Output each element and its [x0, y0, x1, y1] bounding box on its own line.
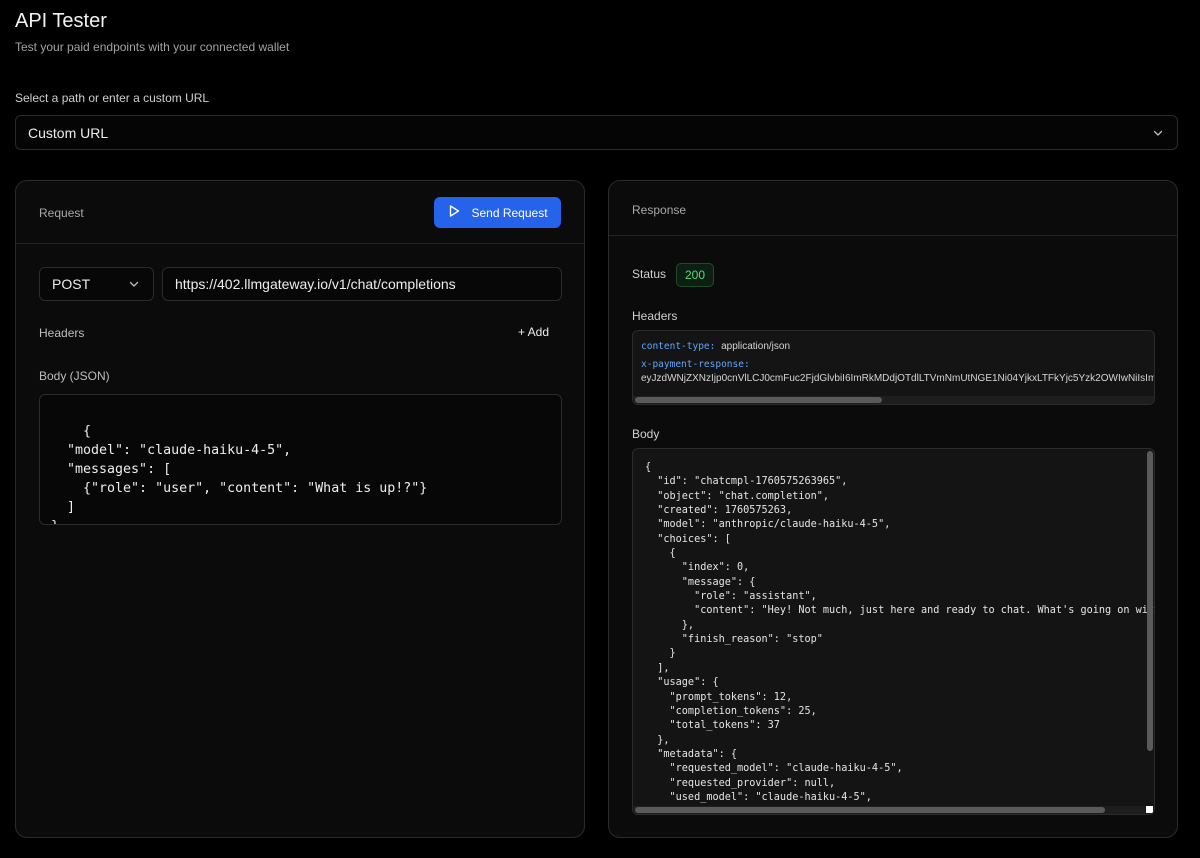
status-badge: 200	[676, 263, 714, 287]
method-select[interactable]: POST	[39, 267, 154, 301]
add-header-button[interactable]: + Add	[518, 325, 549, 339]
response-panel-header: Response	[609, 181, 1177, 236]
response-headers-label: Headers	[632, 309, 678, 323]
response-body-label: Body	[632, 427, 660, 441]
path-select-label: Select a path or enter a custom URL	[15, 91, 210, 105]
request-body-editor[interactable]: { "model": "claude-haiku-4-5", "messages…	[39, 394, 562, 525]
header-value: application/json	[721, 341, 791, 352]
send-request-button[interactable]: Send Request	[434, 197, 561, 228]
request-body-text: { "model": "claude-haiku-4-5", "messages…	[51, 424, 428, 524]
horizontal-scrollbar[interactable]	[633, 806, 1145, 814]
request-title: Request	[39, 206, 84, 220]
page-title: API Tester	[15, 10, 107, 32]
play-icon	[447, 204, 461, 221]
send-request-label: Send Request	[471, 205, 548, 220]
horizontal-scrollbar[interactable]	[633, 396, 1154, 404]
response-panel: Response Status 200 Headers content-type…	[608, 180, 1178, 838]
body-json-label: Body (JSON)	[39, 369, 110, 383]
path-select[interactable]: Custom URL	[15, 115, 1178, 150]
scrollbar-thumb[interactable]	[635, 807, 1105, 813]
scrollbar-corner	[1146, 806, 1153, 813]
page-subtitle: Test your paid endpoints with your conne…	[15, 40, 290, 54]
resize-grip-icon[interactable]	[551, 514, 559, 522]
scrollbar-thumb[interactable]	[635, 397, 882, 403]
response-headers-box[interactable]: content-type: application/json x-payment…	[632, 330, 1155, 405]
path-select-value: Custom URL	[28, 124, 109, 141]
response-body-text: { "id": "chatcmpl-1760575263965", "objec…	[645, 462, 1154, 803]
request-panel: Request Send Request POST https://402.ll…	[15, 180, 585, 838]
chevron-down-icon	[1151, 126, 1165, 140]
chevron-down-icon	[127, 277, 141, 291]
status-label: Status	[632, 267, 667, 281]
header-key: content-type:	[641, 341, 716, 352]
header-key: x-payment-response:	[641, 359, 750, 370]
header-row: x-payment-response:	[641, 359, 750, 370]
header-row: eyJzdWNjZXNzIjp0cnVlLCJ0cmFuc2FjdGlvbiI6…	[641, 373, 1155, 384]
method-value: POST	[52, 276, 91, 292]
header-value: eyJzdWNjZXNzIjp0cnVlLCJ0cmFuc2FjdGlvbiI6…	[641, 373, 1155, 384]
response-body-box[interactable]: { "id": "chatcmpl-1760575263965", "objec…	[632, 448, 1155, 815]
header-row: content-type: application/json	[641, 341, 790, 352]
request-panel-header: Request Send Request	[16, 181, 584, 244]
url-input[interactable]: https://402.llmgateway.io/v1/chat/comple…	[162, 267, 562, 301]
vertical-scrollbar[interactable]	[1147, 451, 1153, 751]
response-title: Response	[632, 203, 687, 217]
request-headers-label: Headers	[39, 326, 85, 340]
